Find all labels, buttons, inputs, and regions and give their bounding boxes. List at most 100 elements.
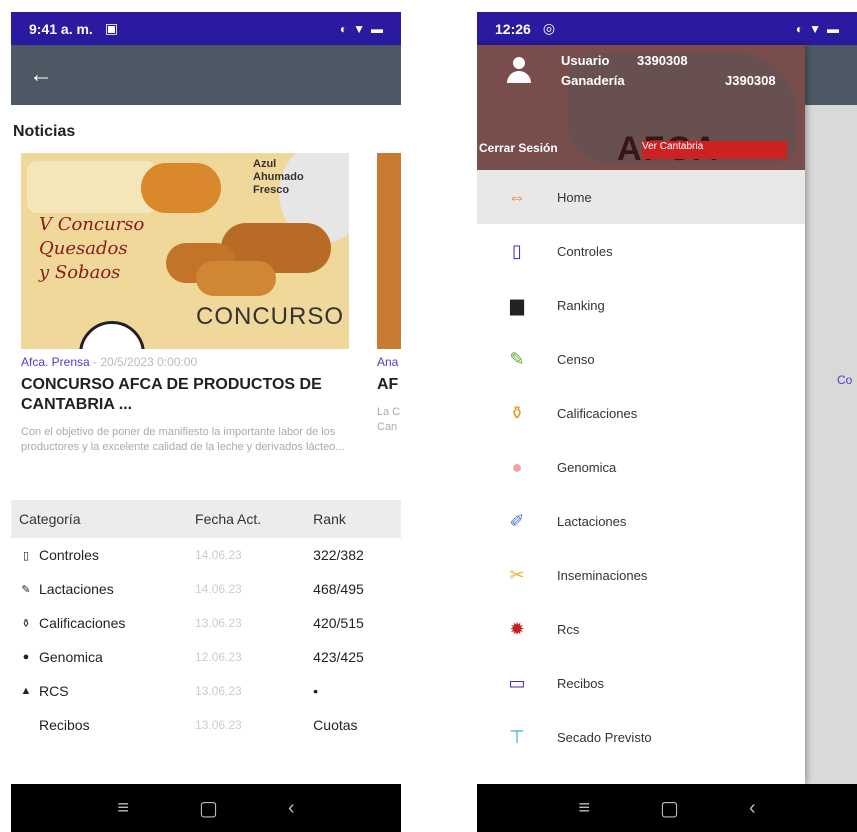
menu-item-controles[interactable]: ▯ Controles [477,224,805,278]
recents-icon[interactable]: ≡ [117,797,129,820]
news-source: Co [837,373,853,387]
drop-icon: ⊤ [509,726,525,747]
row-date: 12.06.23 [195,650,242,664]
menu-label: Rcs [557,621,580,637]
cheese-shape [27,161,157,213]
table-row[interactable]: ⚱ Calificaciones 13.06.23 420/515 [11,606,401,640]
navigation-drawer[interactable]: AFCA Usuario 3390308 Ganadería J390308 C… [477,45,805,784]
news-source: Afca. Prensa [21,355,90,369]
menu-item-recibos[interactable]: ▭ Recibos [477,656,805,710]
row-label: Calificaciones [39,615,126,631]
row-date: 13.06.23 [195,718,242,732]
back-icon[interactable]: ‹ [749,797,756,820]
user-icon [507,57,531,85]
wifi-icon: ▼ [353,21,365,36]
menu-item-home[interactable]: ⇔ Home [477,170,805,224]
table-row[interactable]: ▯ Controles 14.06.23 322/382 [11,538,401,572]
news-card[interactable]: Azul Ahumado Fresco V Concurso Quesados … [21,153,349,455]
row-rank: Cuotas [313,717,358,733]
row-label: Controles [39,547,99,563]
system-nav-bar: ≡ ▢ ‹ [477,784,857,832]
row-label: Recibos [39,717,90,733]
row-label: Lactaciones [39,581,114,597]
news-date: - 20/5/2023 0:00:00 [89,355,198,369]
header-fecha: Fecha Act. [195,511,262,527]
table-row[interactable]: ▲ RCS 13.06.23 • [11,674,401,708]
usuario-value: 3390308 [637,53,688,68]
phone-icon: ▯ [22,549,30,562]
news-screen: 9:41 a. m. ▣ ◐ ▼ ▬ ← Noticias Azul Ahuma… [11,12,401,832]
news-title: CONCURSO AFCA DE PRODUCTOS DE CANTABRIA … [21,376,322,413]
status-time: 9:41 a. m. [29,20,93,37]
menu-item-censo[interactable]: ✎ Censo [477,332,805,386]
drawer-header: AFCA Usuario 3390308 Ganadería J390308 C… [477,45,805,170]
row-rank: 468/495 [313,581,364,597]
system-nav-bar: ≡ ▢ ‹ [11,784,401,832]
section-title: Noticias [13,123,76,140]
table-row[interactable]: ● Genomica 12.06.23 423/425 [11,640,401,674]
news-image: Azul Ahumado Fresco V Concurso Quesados … [21,153,349,349]
phone-icon: ▯ [512,240,522,261]
row-rank: 423/425 [313,649,364,665]
syringe-icon: ✂ [509,564,525,585]
ranking-table: Categoría Fecha Act. Rank ▯ Controles 14.… [11,500,401,742]
status-time: 12:26 [495,20,531,37]
news-title: AF Re [377,376,401,393]
usuario-label: Usuario [561,53,610,68]
row-date: 14.06.23 [195,582,242,596]
news-card-next[interactable]: Ana AF Re La C imp Can [377,153,401,435]
wifi-icon: ▼ [809,21,821,36]
menu-item-lactaciones[interactable]: ✐ Lactaciones [477,494,805,548]
dna-icon: ● [511,456,523,477]
news-carousel[interactable]: Azul Ahumado Fresco V Concurso Quesados … [11,153,401,483]
logout-link[interactable]: Cerrar Sesión [479,141,558,155]
status-bar: 12:26 ◎ ◐ ▼ ▬ [477,12,857,45]
recents-icon[interactable]: ≡ [578,797,590,820]
menu-item-ranking[interactable]: ▆ Ranking [477,278,805,332]
back-arrow-icon[interactable]: ← [29,61,53,89]
sync-icon: ◐ [795,21,804,36]
menu-label: Ranking [557,297,605,313]
battery-icon: ▬ [827,21,839,36]
cheese-shape [141,163,221,213]
row-rank: • [313,683,319,699]
menu-item-secado-previsto[interactable]: ⊤ Secado Previsto [477,710,805,764]
image-caption-concurso: CONCURSO [196,303,345,330]
credit-card-icon: ▭ [508,672,526,693]
row-rank: 322/382 [313,547,364,563]
menu-label: Controles [557,243,613,259]
ganaderia-value: J390308 [725,73,776,88]
menu-label: Home [557,189,592,205]
back-icon[interactable]: ‹ [288,797,295,820]
bar-chart-icon: ▆ [510,294,524,315]
notification-icon: ◎ [542,20,556,36]
medal-icon: ⚱ [21,617,31,630]
header-categoria: Categoría [19,511,81,527]
seal-icon [79,321,145,349]
cow-icon: ▲ [20,685,32,697]
row-date: 13.06.23 [195,616,242,630]
app-bar: ← [11,45,401,105]
menu-item-genomica[interactable]: ● Genomica [477,440,805,494]
table-row[interactable]: ✎ Lactaciones 14.06.23 468/495 [11,572,401,606]
news-image [377,153,401,349]
menu-label: Calificaciones [557,405,638,421]
news-source: Ana [377,355,399,369]
document-icon: ✎ [509,348,525,369]
news-meta: Afca. Prensa - 20/5/2023 0:00:00 [21,355,349,369]
battery-icon: ▬ [371,21,383,36]
home-icon[interactable]: ▢ [199,796,218,821]
row-label: Genomica [39,649,103,665]
home-icon[interactable]: ▢ [660,796,679,821]
image-caption-script: V Concurso Quesados y Sobaos [39,214,145,283]
row-label: RCS [39,683,69,699]
tag-icon: ✎ [21,583,31,596]
menu-item-calificaciones[interactable]: ⚱ Calificaciones [477,386,805,440]
status-bar: 9:41 a. m. ▣ ◐ ▼ ▬ [11,12,401,45]
news-description: Con el objetivo de poner de manifiesto l… [21,426,345,453]
table-row[interactable]: Recibos 13.06.23 Cuotas [11,708,401,742]
menu-item-rcs[interactable]: ✹ Rcs [477,602,805,656]
menu-item-inseminaciones[interactable]: ✂ Inseminaciones [477,548,805,602]
row-date: 14.06.23 [195,548,242,562]
sobao-shape [196,261,276,296]
